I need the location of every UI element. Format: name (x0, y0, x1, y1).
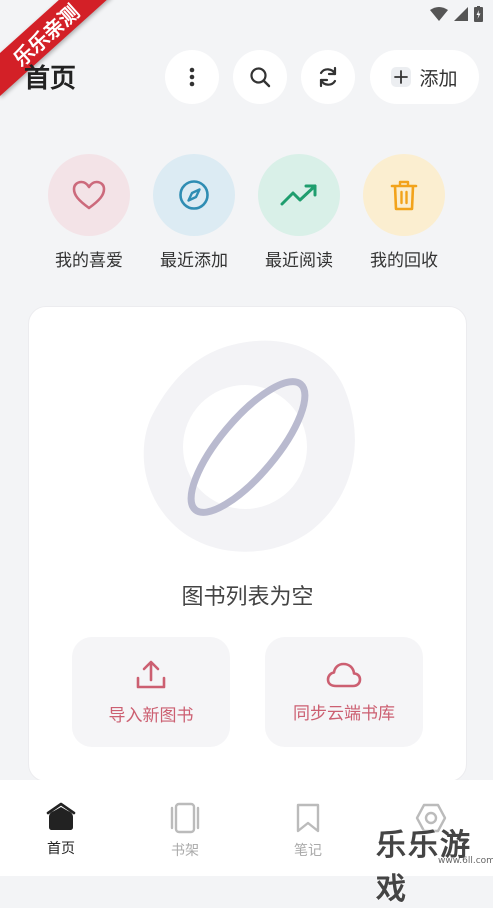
quick-link-recent-added[interactable]: 最近添加 (153, 154, 235, 271)
quick-link-disk (48, 154, 130, 236)
quick-link-label: 最近添加 (160, 251, 228, 271)
add-button[interactable]: 添加 (370, 50, 479, 104)
upload-icon (136, 660, 166, 688)
battery-icon (474, 6, 483, 22)
page-title: 首页 (24, 64, 77, 94)
nav-bookshelf[interactable]: 书架 (150, 802, 220, 860)
quick-link-disk (153, 154, 235, 236)
quick-link-label: 我的回收 (370, 251, 438, 271)
more-vertical-icon (189, 67, 195, 87)
compass-icon (179, 180, 209, 210)
trash-icon (390, 180, 418, 211)
sync-cloud-label: 同步云端书库 (293, 703, 395, 724)
trending-up-icon (280, 184, 317, 206)
search-icon (250, 67, 271, 88)
home-icon (46, 802, 76, 830)
cloud-icon (326, 662, 362, 687)
signal-icon (454, 7, 468, 21)
nav-notes[interactable]: 笔记 (273, 802, 343, 860)
import-book-button[interactable]: 导入新图书 (72, 637, 230, 747)
bookmark-icon (296, 803, 320, 833)
quick-link-favorites[interactable]: 我的喜爱 (48, 154, 130, 271)
search-button[interactable] (233, 50, 287, 104)
add-button-label: 添加 (419, 67, 458, 90)
refresh-button[interactable] (301, 50, 355, 104)
quick-link-label: 我的喜爱 (55, 251, 123, 271)
empty-message: 图书列表为空 (181, 585, 314, 610)
nav-home-label: 首页 (47, 841, 75, 857)
status-icons (430, 6, 483, 22)
more-button[interactable] (165, 50, 219, 104)
plus-icon (391, 67, 412, 87)
book-list-card: 图书列表为空 导入新图书 同步云端书库 (28, 306, 467, 782)
quick-link-label: 最近阅读 (265, 251, 333, 271)
sync-cloud-button[interactable]: 同步云端书库 (265, 637, 423, 747)
quick-link-disk (363, 154, 445, 236)
wifi-icon (430, 7, 448, 21)
planet-illustration (143, 340, 355, 552)
nav-notes-label: 笔记 (294, 843, 322, 859)
quick-link-recent-read[interactable]: 最近阅读 (258, 154, 340, 271)
import-book-label: 导入新图书 (108, 705, 194, 726)
quick-link-disk (258, 154, 340, 236)
quick-link-recycle[interactable]: 我的回收 (363, 154, 445, 271)
refresh-icon (319, 66, 337, 88)
bookshelf-icon (170, 802, 200, 834)
nav-bookshelf-label: 书架 (171, 843, 199, 859)
heart-icon (72, 180, 106, 210)
watermark-url: www.6ll.com (438, 856, 493, 866)
nav-home[interactable]: 首页 (26, 802, 96, 858)
